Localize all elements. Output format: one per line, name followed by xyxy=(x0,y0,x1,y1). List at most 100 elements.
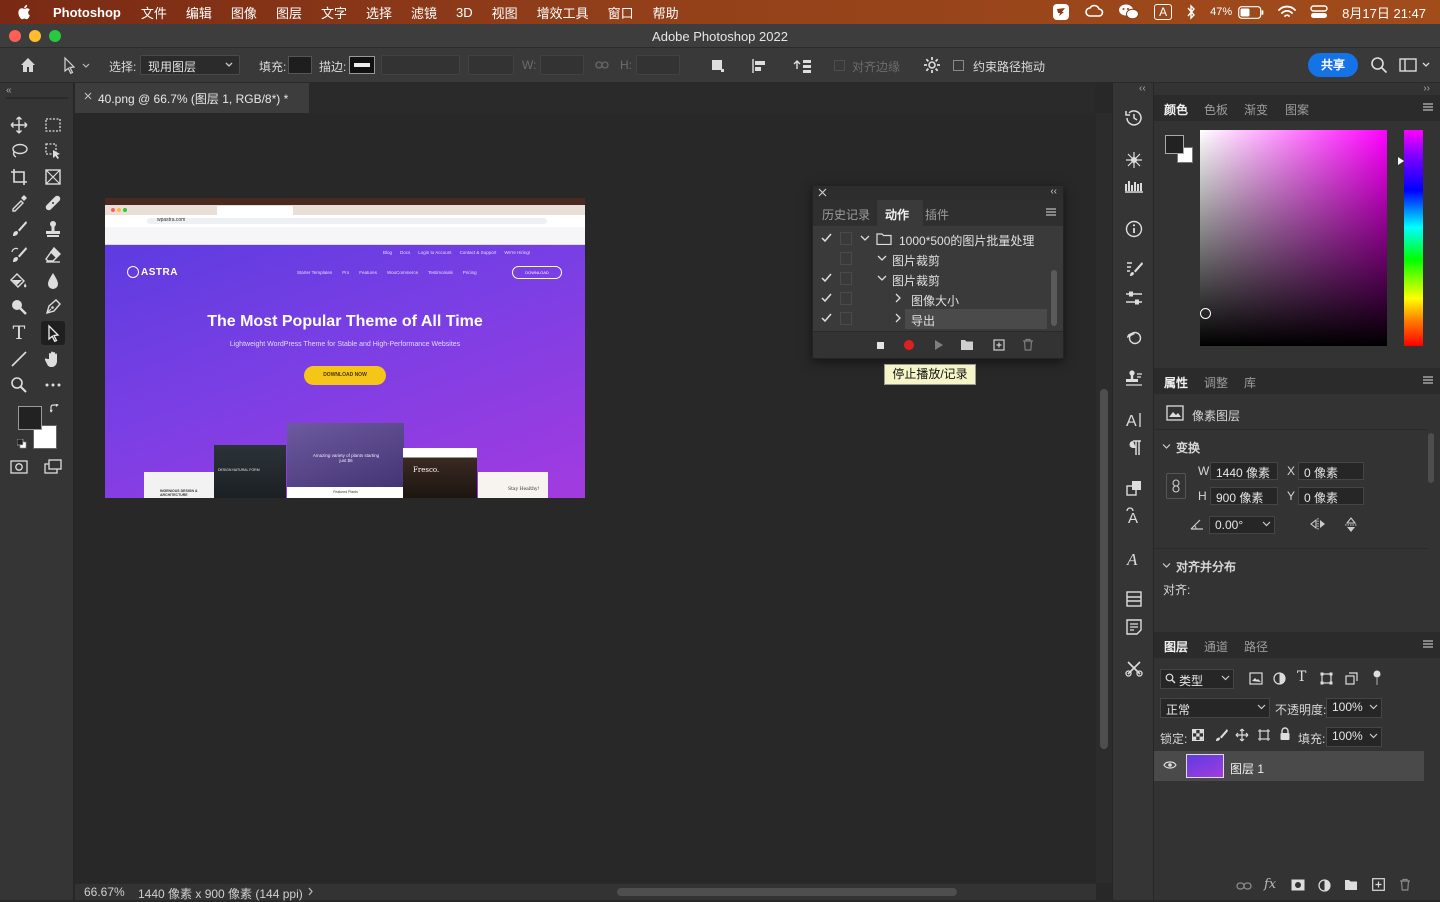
zoom-level[interactable]: 66.67% xyxy=(84,885,125,899)
menu-filter[interactable]: 滤镜 xyxy=(411,3,437,22)
opacity-field[interactable]: 100% xyxy=(1326,698,1382,718)
hue-slider[interactable] xyxy=(1404,130,1423,346)
input-method-icon[interactable]: A xyxy=(1154,4,1173,20)
menu-layer[interactable]: 图层 xyxy=(276,3,302,22)
tab-paths[interactable]: 路径 xyxy=(1244,638,1268,655)
layer-row[interactable]: 图层 1 xyxy=(1154,751,1424,781)
glyphs-icon[interactable] xyxy=(1123,477,1145,499)
check-icon[interactable] xyxy=(821,273,832,283)
filter-pixel-icon[interactable] xyxy=(1249,672,1263,685)
layer-filter-dropdown[interactable]: 类型 xyxy=(1160,669,1234,689)
screen-mode-icon[interactable] xyxy=(41,455,65,479)
panel-menu-icon[interactable] xyxy=(1422,375,1434,385)
path-operations-icon[interactable] xyxy=(709,57,727,75)
more-tools-icon[interactable] xyxy=(41,373,65,397)
blur-tool-icon[interactable] xyxy=(41,269,65,293)
tab-patterns[interactable]: 图案 xyxy=(1285,101,1309,118)
stroke-type-dropdown[interactable] xyxy=(468,55,514,75)
battery-icon[interactable] xyxy=(1238,5,1264,19)
color-field[interactable] xyxy=(1200,130,1387,346)
eye-icon[interactable] xyxy=(1163,760,1177,770)
lasso-tool-icon[interactable] xyxy=(7,139,31,163)
menu-edit[interactable]: 编辑 xyxy=(186,3,212,22)
character-styles-icon[interactable]: A xyxy=(1123,505,1145,527)
x-field[interactable]: 0 像素 xyxy=(1298,462,1364,480)
check-icon[interactable] xyxy=(821,233,832,243)
check-icon[interactable] xyxy=(821,293,832,303)
clone-source-icon[interactable] xyxy=(1123,367,1145,389)
fill-swatch[interactable] xyxy=(288,56,312,74)
chevron-right-icon[interactable] xyxy=(894,313,902,323)
notes-icon[interactable] xyxy=(1123,616,1145,638)
close-panel-icon[interactable] xyxy=(818,188,827,197)
lock-pixels-icon[interactable] xyxy=(1214,728,1228,742)
layer-thumbnail[interactable] xyxy=(1186,754,1224,778)
menu-file[interactable]: 文件 xyxy=(141,3,167,22)
angle-field[interactable]: 0.00° xyxy=(1209,516,1275,534)
align-section-title[interactable]: 对齐并分布 xyxy=(1176,558,1236,575)
dialog-toggle[interactable] xyxy=(840,232,852,245)
path-selection-tool-icon[interactable] xyxy=(41,321,65,345)
eyedropper-tool-icon[interactable] xyxy=(7,191,31,215)
dialog-toggle[interactable] xyxy=(840,252,852,265)
menu-help[interactable]: 帮助 xyxy=(653,3,679,22)
delete-layer-icon[interactable] xyxy=(1399,878,1411,891)
action-step-row-selected[interactable]: 导出 xyxy=(813,309,1049,329)
height-field[interactable]: 900 像素 xyxy=(1210,487,1278,505)
vertical-scrollbar[interactable] xyxy=(1100,389,1108,749)
document-tab[interactable]: 40.png @ 66.7% (图层 1, RGB/8*) * xyxy=(75,83,309,113)
play-icon[interactable] xyxy=(934,339,944,351)
swap-colors-icon[interactable] xyxy=(50,404,60,414)
panel-menu-icon[interactable] xyxy=(1422,102,1434,112)
menu-window[interactable]: 窗口 xyxy=(608,3,634,22)
frame-tool-icon[interactable] xyxy=(41,165,65,189)
collapse-panel-icon[interactable]: ‹‹ xyxy=(1050,186,1057,197)
close-tab-icon[interactable] xyxy=(83,91,93,101)
constrain-path-checkbox[interactable] xyxy=(953,60,964,71)
tab-adjustments[interactable]: 调整 xyxy=(1204,374,1228,391)
layer-comps-icon[interactable] xyxy=(1123,588,1145,610)
tab-swatches[interactable]: 色板 xyxy=(1204,101,1228,118)
menu-3d[interactable]: 3D xyxy=(456,5,473,20)
link-layers-icon[interactable] xyxy=(1236,881,1252,891)
wifi-icon[interactable] xyxy=(1278,5,1297,19)
adjustments-icon[interactable] xyxy=(1123,287,1145,309)
clock[interactable]: 8月17日 21:47 xyxy=(1342,3,1426,22)
dialog-toggle[interactable] xyxy=(840,312,852,325)
action-set-row[interactable]: 1000*500的图片批量处理 xyxy=(813,229,1049,249)
new-adjustment-layer-icon[interactable] xyxy=(1318,879,1331,892)
action-row[interactable]: 图片裁剪 xyxy=(813,249,1049,269)
brush-presets-icon[interactable] xyxy=(1123,258,1145,280)
search-icon[interactable] xyxy=(1370,56,1388,74)
apple-icon[interactable] xyxy=(17,4,39,20)
paragraph-styles-icon[interactable]: A xyxy=(1123,547,1145,569)
tab-color[interactable]: 颜色 xyxy=(1164,101,1188,118)
zoom-tool-icon[interactable] xyxy=(7,373,31,397)
creative-cloud-icon[interactable] xyxy=(1084,4,1104,20)
transform-section-title[interactable]: 变换 xyxy=(1176,439,1200,456)
menu-app-photoshop[interactable]: Photoshop xyxy=(53,5,121,20)
character-icon[interactable]: A xyxy=(1123,409,1145,431)
home-icon[interactable] xyxy=(19,56,37,74)
flip-vertical-icon[interactable] xyxy=(1344,516,1358,534)
menu-select[interactable]: 选择 xyxy=(366,3,392,22)
menu-type[interactable]: 文字 xyxy=(321,3,347,22)
document-canvas[interactable]: wpastra.com Blog Docs Login to Account Cont… xyxy=(105,198,585,498)
width-field[interactable] xyxy=(540,55,584,75)
flip-horizontal-icon[interactable] xyxy=(1309,517,1327,531)
pen-tool-icon[interactable] xyxy=(41,295,65,319)
path-arrangement-icon[interactable] xyxy=(793,57,813,75)
select-target-dropdown[interactable]: 现用图层 xyxy=(140,55,240,75)
tab-gradients[interactable]: 渐变 xyxy=(1244,101,1268,118)
brush-tool-icon[interactable] xyxy=(7,217,31,241)
marquee-tool-icon[interactable] xyxy=(41,113,65,137)
filter-shape-icon[interactable] xyxy=(1320,672,1333,685)
history-brush-tool-icon[interactable] xyxy=(7,243,31,267)
color-picker-cursor[interactable] xyxy=(1200,308,1211,319)
properties-scrollbar[interactable] xyxy=(1428,433,1434,483)
shapes-icon[interactable] xyxy=(1123,327,1145,349)
panel-menu-icon[interactable] xyxy=(1422,639,1434,649)
chevron-down-icon[interactable] xyxy=(877,274,887,282)
lock-artboard-icon[interactable] xyxy=(1257,728,1271,742)
new-action-icon[interactable] xyxy=(993,339,1005,351)
